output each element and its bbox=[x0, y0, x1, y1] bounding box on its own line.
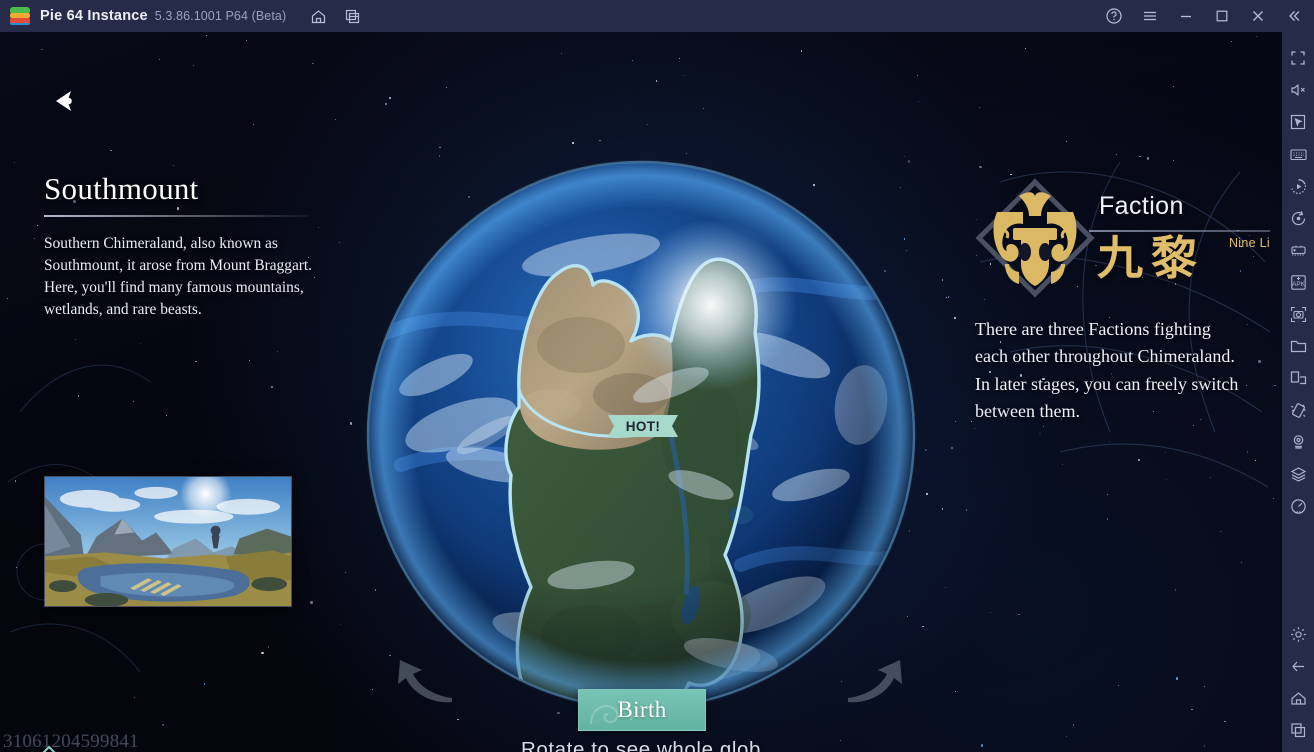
help-icon[interactable] bbox=[1104, 6, 1124, 26]
window-title: Pie 64 Instance bbox=[40, 8, 148, 24]
rotate-left-arrow-icon bbox=[398, 660, 452, 703]
multi-window-icon[interactable] bbox=[1282, 362, 1314, 394]
bluestacks-logo-icon bbox=[10, 6, 30, 26]
hamburger-menu-icon[interactable] bbox=[1140, 6, 1160, 26]
hot-badge-label: HOT! bbox=[625, 418, 661, 434]
title-divider bbox=[44, 215, 309, 218]
faction-name-en: Nine Li bbox=[1228, 236, 1270, 250]
shake-device-icon[interactable] bbox=[1282, 394, 1314, 426]
back-nav-icon[interactable] bbox=[1282, 650, 1314, 682]
maximize-icon[interactable] bbox=[1212, 6, 1232, 26]
back-arrow-icon bbox=[56, 91, 72, 111]
rotate-hint-text: Rotate to see whole glob bbox=[520, 738, 762, 752]
hot-badge[interactable]: HOT! bbox=[608, 415, 678, 437]
title-bar: Pie 64 Instance 5.3.86.1001 P64 (Beta) bbox=[0, 0, 1314, 32]
location-pin-icon[interactable] bbox=[1282, 426, 1314, 458]
faction-heading: Faction bbox=[1099, 192, 1184, 220]
back-button[interactable] bbox=[40, 78, 86, 124]
landscape-illustration bbox=[45, 477, 291, 606]
home-nav-icon[interactable] bbox=[1282, 682, 1314, 714]
faction-divider bbox=[1089, 230, 1270, 232]
fullscreen-icon[interactable] bbox=[1282, 42, 1314, 74]
keyboard-icon[interactable] bbox=[1282, 138, 1314, 170]
population-diamond-icon bbox=[42, 745, 56, 752]
svg-text:APK: APK bbox=[1292, 281, 1306, 288]
region-info-panel: Southmount Southern Chimeraland, also kn… bbox=[44, 171, 334, 321]
mute-volume-icon[interactable] bbox=[1282, 74, 1314, 106]
population-status: Population: Good bbox=[34, 745, 191, 752]
faction-description: There are three Factions fighting each o… bbox=[975, 319, 1239, 422]
faction-beast-mask-emblem bbox=[975, 178, 1095, 298]
region-landscape-thumbnail[interactable] bbox=[44, 476, 292, 607]
cursor-pointer-icon[interactable] bbox=[1282, 106, 1314, 138]
game-viewport[interactable]: Southmount Southern Chimeraland, also kn… bbox=[0, 32, 1282, 752]
collapse-icon[interactable] bbox=[1284, 6, 1304, 26]
minimize-icon[interactable] bbox=[1176, 6, 1196, 26]
apk-install-icon[interactable]: APK bbox=[1282, 266, 1314, 298]
faction-name-cn: 九黎 bbox=[1097, 233, 1205, 284]
rotate-right-arrow-icon bbox=[848, 660, 902, 703]
region-title: Southmount bbox=[44, 171, 199, 206]
tools-sidebar: APK bbox=[1282, 32, 1314, 752]
multi-instance-icon[interactable] bbox=[342, 6, 362, 26]
recents-nav-icon[interactable] bbox=[1282, 714, 1314, 746]
window-version: 5.3.86.1001 P64 (Beta) bbox=[154, 9, 287, 23]
settings-gear-icon[interactable] bbox=[1282, 618, 1314, 650]
macro-record-icon[interactable] bbox=[1282, 170, 1314, 202]
rotate-screen-icon[interactable] bbox=[1282, 202, 1314, 234]
screenshot-icon[interactable] bbox=[1282, 298, 1314, 330]
layers-icon[interactable] bbox=[1282, 458, 1314, 490]
bluestacks-window: Pie 64 Instance 5.3.86.1001 P64 (Beta) S… bbox=[0, 0, 1314, 752]
performance-meter-icon[interactable] bbox=[1282, 490, 1314, 522]
media-folder-icon[interactable] bbox=[1282, 330, 1314, 362]
region-description: Southern Chimeraland, also known as Sout… bbox=[44, 235, 313, 318]
birth-button[interactable]: Birth bbox=[578, 689, 706, 731]
birth-button-label: Birth bbox=[617, 697, 667, 722]
home-icon[interactable] bbox=[308, 6, 328, 26]
faction-panel: Faction 九黎 Nine Li There are three Facti… bbox=[975, 178, 1270, 425]
close-icon[interactable] bbox=[1248, 6, 1268, 26]
gamepad-keymap-icon[interactable] bbox=[1282, 234, 1314, 266]
